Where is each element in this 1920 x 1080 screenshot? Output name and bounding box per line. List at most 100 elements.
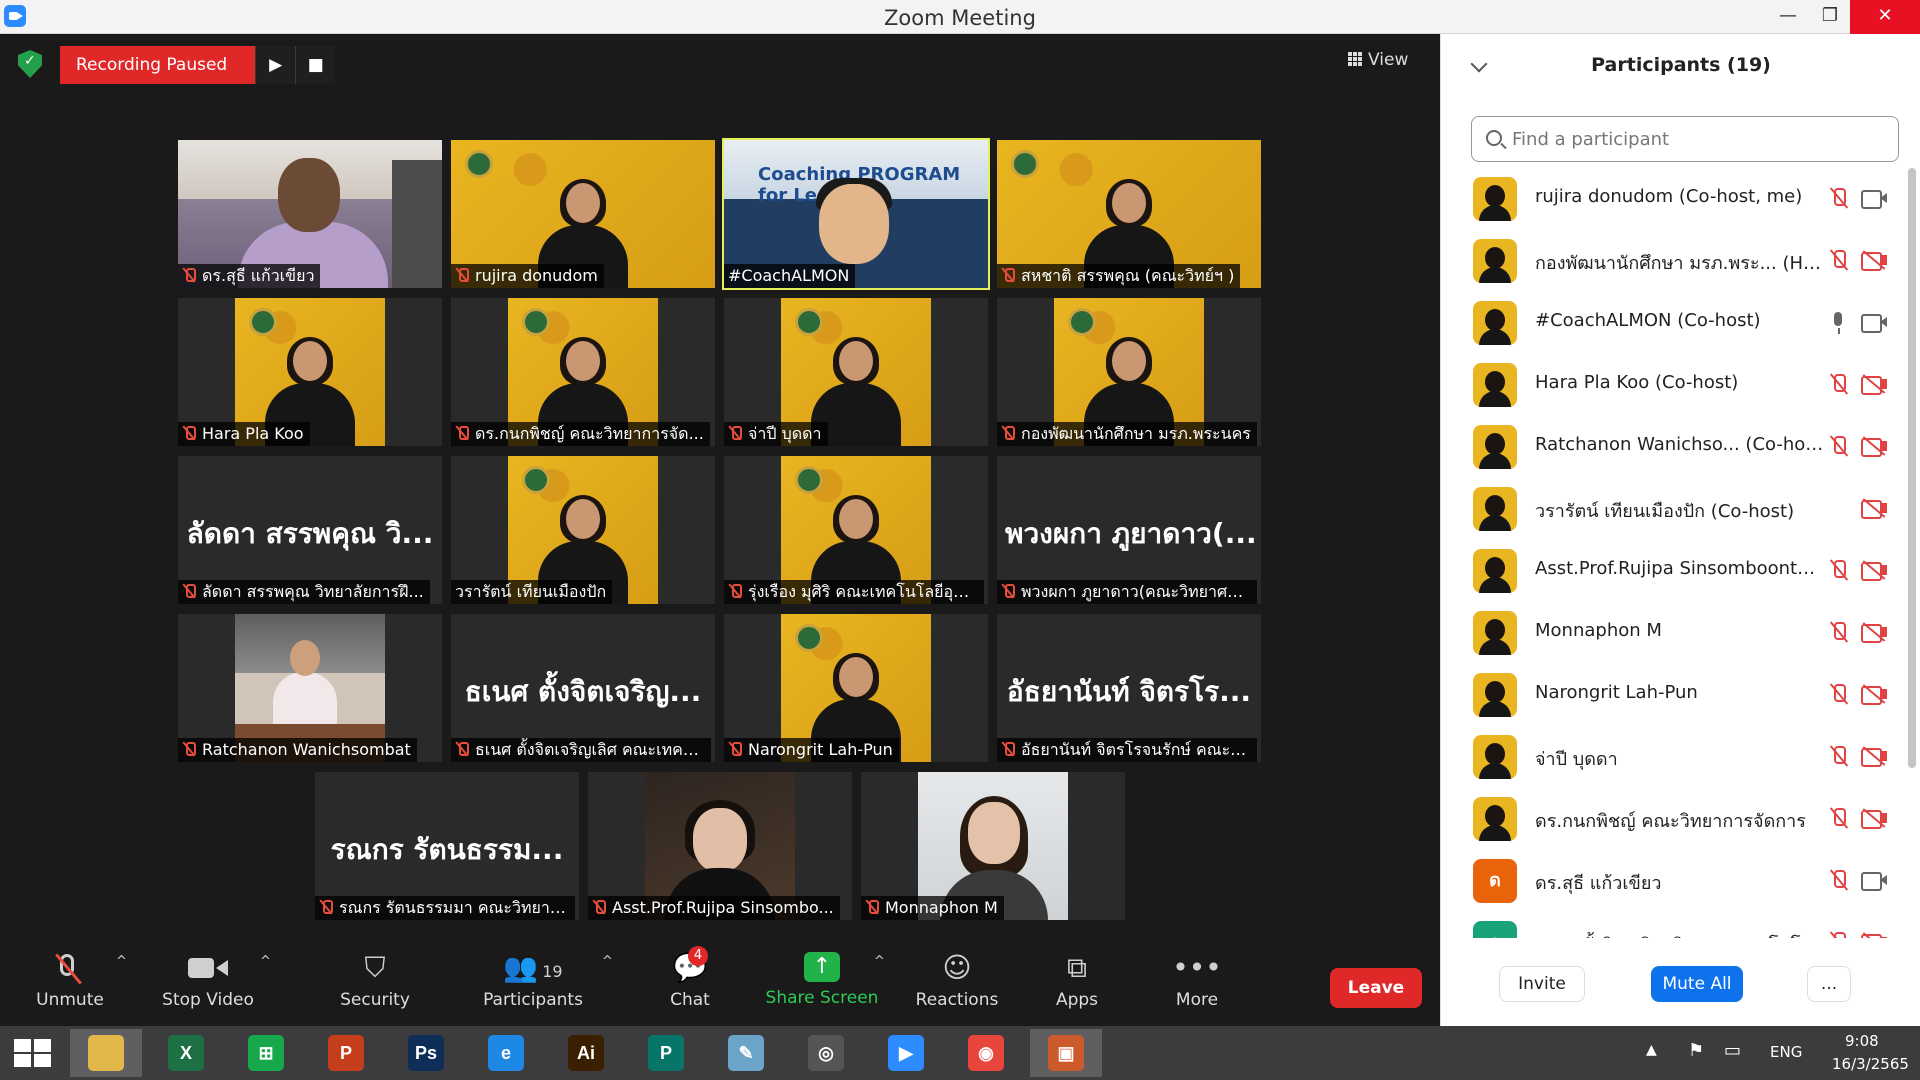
security-button[interactable]: ⛉ Security xyxy=(335,952,415,1011)
camera-off-icon[interactable] xyxy=(1861,746,1887,767)
video-tile[interactable]: สหชาติ สรรพคุณ (คณะวิทย์ฯ ) xyxy=(997,140,1261,288)
minimize-button[interactable]: — xyxy=(1766,0,1810,34)
mic-muted-icon[interactable] xyxy=(1827,186,1851,210)
participant-search[interactable] xyxy=(1471,116,1899,162)
mic-muted-icon[interactable] xyxy=(1827,372,1851,396)
camera-off-icon[interactable] xyxy=(1861,250,1887,271)
audio-options-caret[interactable]: ^ xyxy=(116,954,127,969)
clock-date[interactable]: 16/3/2565 xyxy=(1832,1055,1909,1073)
participant-row[interactable]: Narongrit Lah-Pun xyxy=(1441,664,1907,726)
video-tile[interactable]: กองพัฒนานักศึกษา มรภ.พระนคร xyxy=(997,298,1261,446)
camera-off-icon[interactable] xyxy=(1861,808,1887,829)
share-screen-button[interactable]: ↑ Share Screen ^ xyxy=(764,952,885,1008)
clock-time[interactable]: 9:08 xyxy=(1845,1032,1879,1050)
video-tile[interactable]: ดร.สุธี แก้วเขียว xyxy=(178,140,442,288)
windows-start-icon[interactable] xyxy=(14,1039,52,1067)
participant-row[interactable]: วรารัตน์ เทียนเมืองปัก (Co-host) xyxy=(1441,478,1907,540)
taskbar-app[interactable]: X xyxy=(150,1029,222,1077)
unmute-button[interactable]: Unmute ^ xyxy=(30,952,127,1010)
participant-row[interactable]: #CoachALMON (Co-host) xyxy=(1441,292,1907,354)
camera-on-icon[interactable] xyxy=(1861,312,1887,333)
taskbar-app[interactable] xyxy=(70,1029,142,1077)
taskbar-app[interactable]: Ai xyxy=(550,1029,622,1077)
camera-off-icon[interactable] xyxy=(1861,622,1887,643)
mic-muted-icon[interactable] xyxy=(1827,868,1851,892)
video-tile[interactable]: Hara Pla Koo xyxy=(178,298,442,446)
video-tile[interactable]: Asst.Prof.Rujipa Sinsombo... xyxy=(588,772,852,920)
invite-button[interactable]: Invite xyxy=(1499,966,1585,1002)
taskbar-app[interactable]: ⊞ xyxy=(230,1029,302,1077)
close-button[interactable]: ✕ xyxy=(1850,0,1920,34)
view-button[interactable]: View xyxy=(1348,50,1408,70)
mic-muted-icon[interactable] xyxy=(1827,248,1851,272)
participant-row[interactable]: Ratchanon Wanichso... (Co-host) xyxy=(1441,416,1907,478)
participant-search-input[interactable] xyxy=(1512,125,1882,153)
participant-row[interactable]: Asst.Prof.Rujipa Sinsomboonth... xyxy=(1441,540,1907,602)
video-tile[interactable]: รณกร รัตนธรรม... รณกร รัตนธรรมมา คณะวิทยา… xyxy=(315,772,579,920)
mic-muted-icon[interactable] xyxy=(1827,620,1851,644)
resume-recording-button[interactable]: ▶ xyxy=(255,46,296,84)
participant-row[interactable]: rujira donudom (Co-host, me) xyxy=(1441,168,1907,230)
mute-all-button[interactable]: Mute All xyxy=(1651,966,1743,1002)
video-tile[interactable]: Ratchanon Wanichsombat xyxy=(178,614,442,762)
taskbar-app[interactable]: ◎ xyxy=(790,1029,862,1077)
participant-list-scrollbar[interactable] xyxy=(1908,168,1916,768)
camera-off-icon[interactable] xyxy=(1861,436,1887,457)
taskbar-app[interactable]: P xyxy=(630,1029,702,1077)
apps-button[interactable]: ⧉ Apps xyxy=(1050,952,1104,1011)
tray-overflow-icon[interactable]: ▲ xyxy=(1646,1042,1657,1058)
video-tile[interactable]: อัธยานันท์ จิตรโร... อัธยานันท์ จิตรโรจนร… xyxy=(997,614,1261,762)
leave-button[interactable]: Leave xyxy=(1330,968,1422,1008)
video-tile[interactable]: วรารัตน์ เทียนเมืองปัก xyxy=(451,456,715,604)
mic-muted-icon[interactable] xyxy=(1827,682,1851,706)
taskbar-app[interactable]: ▶ xyxy=(870,1029,942,1077)
mic-muted-icon[interactable] xyxy=(1827,558,1851,582)
video-tile[interactable]: Monnaphon M xyxy=(861,772,1125,920)
participant-row[interactable]: ดร.กนกพิชญ์ คณะวิทยาการจัดการ xyxy=(1441,788,1907,850)
participant-row[interactable]: ด ดร.สุธี แก้วเขียว xyxy=(1441,850,1907,912)
video-tile[interactable]: ลัดดา สรรพคุณ วิ... ลัดดา สรรพคุณ วิทยาลั… xyxy=(178,456,442,604)
taskbar-app[interactable]: ✎ xyxy=(710,1029,782,1077)
video-tile[interactable]: rujira donudom xyxy=(451,140,715,288)
stop-video-button[interactable]: Stop Video ^ xyxy=(160,952,271,1010)
video-tile[interactable]: ธเนศ ตั้งจิตเจริญ... ธเนศ ตั้งจิตเจริญเลิ… xyxy=(451,614,715,762)
mic-on-icon[interactable] xyxy=(1827,310,1851,334)
participant-row[interactable]: กองพัฒนานักศึกษา มรภ.พระ... (Host) xyxy=(1441,230,1907,292)
taskbar-app[interactable]: Ps xyxy=(390,1029,462,1077)
participant-row[interactable]: ธธเนศ ตั้งจิตเจริญเลิศ คณะเทคโนโลยีอุ... xyxy=(1441,912,1907,938)
participants-button[interactable]: 👥 19 Participants ^ xyxy=(480,952,613,1011)
camera-off-icon[interactable] xyxy=(1861,374,1887,395)
camera-on-icon[interactable] xyxy=(1861,870,1887,891)
video-tile[interactable]: พวงผกา ภูยาดาว(... พวงผกา ภูยาดาว(คณะวิทย… xyxy=(997,456,1261,604)
panel-more-button[interactable]: ... xyxy=(1807,966,1851,1002)
video-tile[interactable]: ดร.กนกพิชญ์ คณะวิทยาการจัด... xyxy=(451,298,715,446)
mic-muted-icon[interactable] xyxy=(1827,744,1851,768)
more-button[interactable]: ••• More xyxy=(1170,952,1224,1011)
video-tile[interactable]: รุ่งเรือง มุศิริ คณะเทคโนโลยีอุตส... xyxy=(724,456,988,604)
mic-muted-icon[interactable] xyxy=(1827,930,1851,938)
video-options-caret[interactable]: ^ xyxy=(260,954,271,969)
camera-on-icon[interactable] xyxy=(1861,188,1887,209)
video-tile[interactable]: Narongrit Lah-Pun xyxy=(724,614,988,762)
stop-recording-button[interactable]: ■ xyxy=(295,46,336,84)
reactions-button[interactable]: ☺ Reactions xyxy=(914,952,1000,1011)
video-tile[interactable]: Coaching PROGRAM for Lecturer#CoachALMON xyxy=(722,138,990,290)
mic-muted-icon[interactable] xyxy=(1827,806,1851,830)
chat-button[interactable]: 💬 4 Chat xyxy=(658,946,722,1010)
action-center-flag-icon[interactable]: ⚑ xyxy=(1688,1040,1704,1061)
share-options-caret[interactable]: ^ xyxy=(874,954,885,969)
restore-button[interactable]: ❐ xyxy=(1808,0,1852,34)
participant-row[interactable]: Hara Pla Koo (Co-host) xyxy=(1441,354,1907,416)
camera-off-icon[interactable] xyxy=(1861,560,1887,581)
language-indicator[interactable]: ENG xyxy=(1770,1043,1802,1061)
camera-off-icon[interactable] xyxy=(1861,932,1887,938)
video-tile[interactable]: จ่าปี บุดดา xyxy=(724,298,988,446)
encryption-shield-icon[interactable] xyxy=(18,50,42,78)
mic-muted-icon[interactable] xyxy=(1827,434,1851,458)
participant-row[interactable]: จ่าปี บุดดา xyxy=(1441,726,1907,788)
participant-row[interactable]: Monnaphon M xyxy=(1441,602,1907,664)
taskbar-app[interactable]: e xyxy=(470,1029,542,1077)
taskbar-app[interactable]: ◉ xyxy=(950,1029,1022,1077)
camera-off-icon[interactable] xyxy=(1861,684,1887,705)
participants-options-caret[interactable]: ^ xyxy=(602,954,613,969)
